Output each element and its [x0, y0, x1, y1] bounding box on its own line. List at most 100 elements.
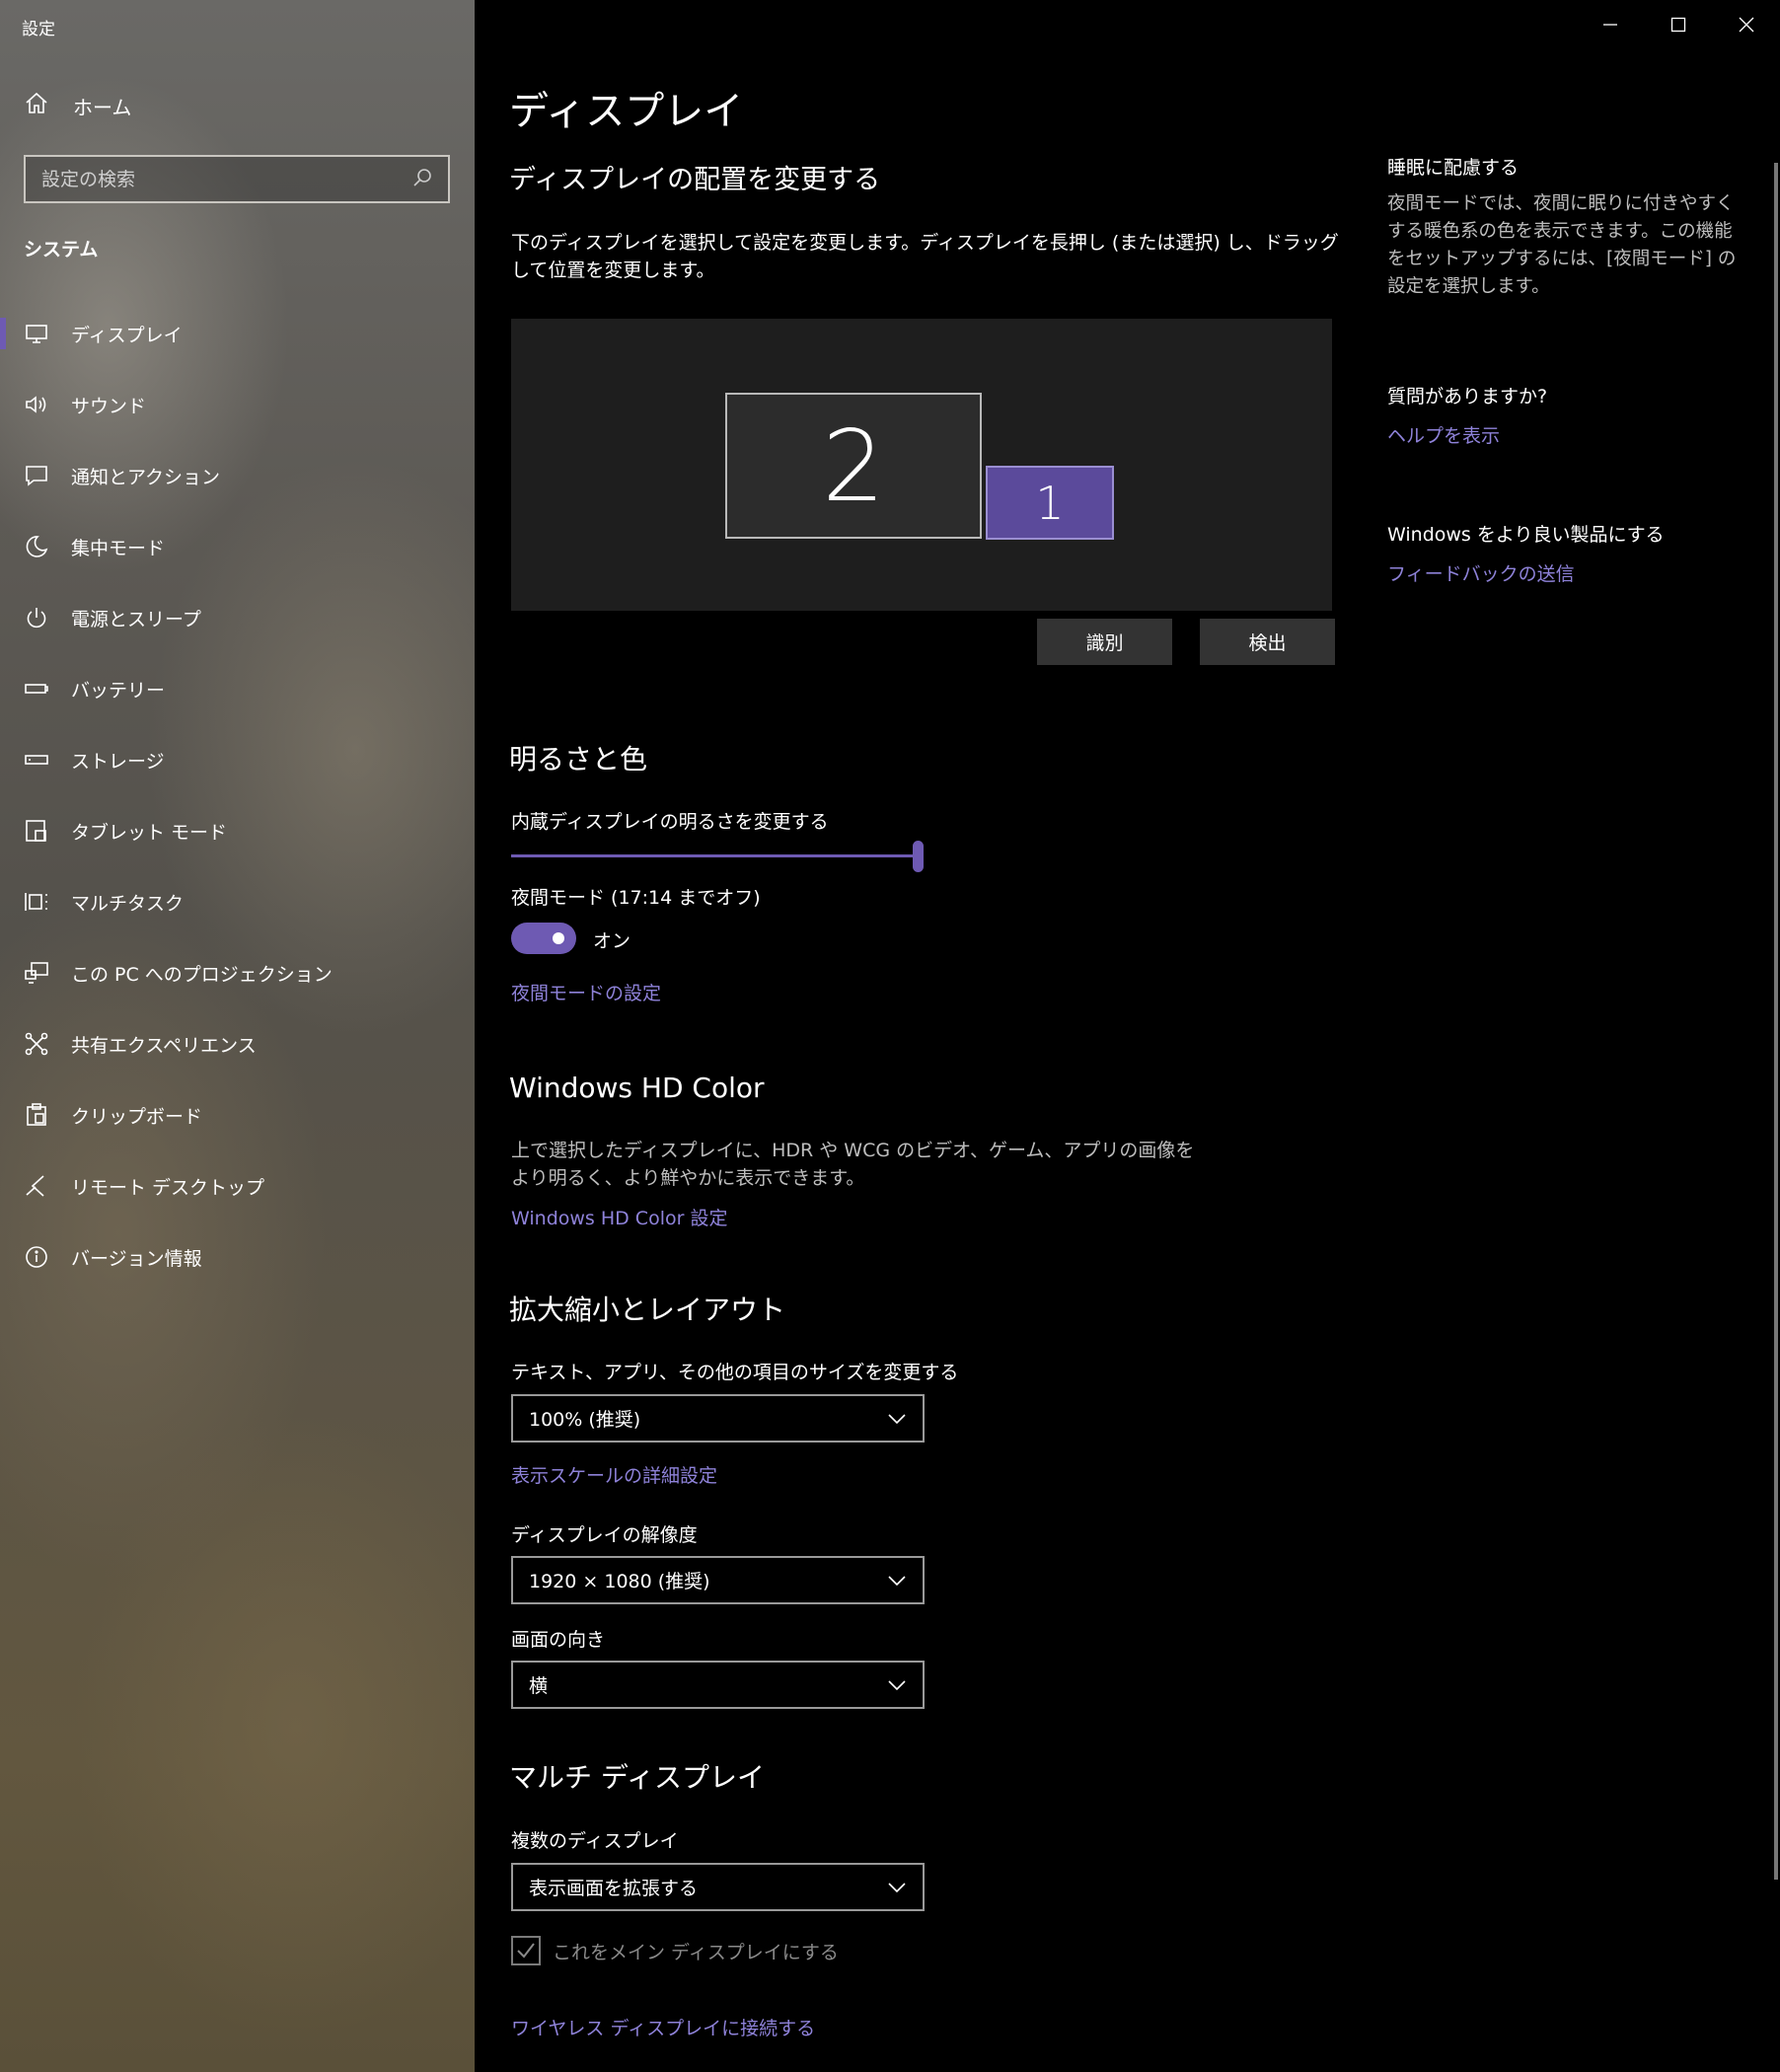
battery-icon — [24, 676, 49, 702]
shared-icon — [24, 1031, 49, 1057]
maximize-icon — [1670, 17, 1685, 33]
sidebar-item-notifications[interactable]: 通知とアクション — [0, 440, 475, 511]
sleep-heading: 睡眠に配慮する — [1387, 157, 1520, 179]
hdr-settings-link[interactable]: Windows HD Color 設定 — [511, 1204, 727, 1230]
sidebar-item-label: マルチタスク — [71, 892, 185, 915]
search-box[interactable] — [24, 155, 450, 203]
resolution-dropdown[interactable]: 1920 × 1080 (推奨) — [511, 1556, 925, 1604]
notification-icon — [24, 463, 49, 488]
scale-value: 100% (推奨) — [529, 1409, 641, 1431]
sidebar-item-power[interactable]: 電源とスリープ — [0, 582, 475, 653]
sidebar-item-label: バッテリー — [71, 679, 166, 702]
monitor-2-tile[interactable]: 2 — [725, 393, 982, 539]
help-link[interactable]: ヘルプを表示 — [1387, 421, 1500, 448]
hdr-description: 上で選択したディスプレイに、HDR や WCG のビデオ、ゲーム、アプリの画像を… — [511, 1140, 1195, 1189]
sidebar-item-remote[interactable]: リモート デスクトップ — [0, 1150, 475, 1221]
brightness-label: 内蔵ディスプレイの明るさを変更する — [511, 811, 829, 833]
page-title: ディスプレイ — [509, 89, 744, 134]
sidebar-item-label: 集中モード — [71, 537, 166, 559]
night-mode-toggle[interactable] — [511, 923, 576, 954]
close-icon — [1739, 17, 1753, 33]
sidebar-item-label: 共有エクスペリエンス — [71, 1034, 257, 1057]
sidebar-item-label: この PC へのプロジェクション — [71, 963, 333, 986]
close-button[interactable] — [1712, 0, 1780, 49]
brightness-heading: 明るさと色 — [509, 743, 648, 776]
search-input[interactable] — [41, 168, 412, 190]
wireless-display-link[interactable]: ワイヤレス ディスプレイに接続する — [511, 2014, 815, 2040]
orientation-dropdown[interactable]: 横 — [511, 1661, 925, 1709]
system-heading: システム — [24, 239, 99, 260]
sidebar-item-storage[interactable]: ストレージ — [0, 724, 475, 795]
multi-display-heading: マルチ ディスプレイ — [509, 1761, 765, 1794]
orientation-value: 横 — [529, 1675, 549, 1697]
sidebar-item-about[interactable]: バージョン情報 — [0, 1221, 475, 1293]
sidebar-item-label: リモート デスクトップ — [71, 1176, 265, 1199]
multi-display-dropdown[interactable]: 表示画面を拡張する — [511, 1863, 925, 1911]
sidebar-item-display[interactable]: ディスプレイ — [0, 298, 475, 369]
feedback-link[interactable]: フィードバックの送信 — [1387, 559, 1575, 586]
sidebar-item-projection[interactable]: この PC へのプロジェクション — [0, 937, 475, 1008]
sidebar-item-focus[interactable]: 集中モード — [0, 511, 475, 582]
sidebar-item-label: ストレージ — [71, 750, 165, 773]
scale-advanced-link[interactable]: 表示スケールの詳細設定 — [511, 1461, 717, 1488]
search-icon[interactable] — [412, 168, 432, 191]
night-mode-label: 夜間モード (17:14 までオフ) — [511, 887, 761, 909]
window-controls — [1576, 0, 1780, 49]
tablet-icon — [24, 818, 49, 844]
sidebar-item-label: サウンド — [71, 395, 147, 417]
multi-display-value: 表示画面を拡張する — [529, 1878, 699, 1899]
multi-display-label: 複数のディスプレイ — [511, 1830, 679, 1852]
scrollbar[interactable] — [1774, 163, 1778, 1880]
remote-icon — [24, 1173, 49, 1199]
sidebar-item-label: クリップボード — [71, 1105, 203, 1128]
chevron-down-icon — [888, 1413, 906, 1424]
sidebar-nav: ディスプレイ サウンド 通知とアクション 集中モード 電源とスリープ バッテリー… — [0, 298, 475, 1293]
sleep-description: 夜間モードでは、夜間に眠りに付きやすくする暖色系の色を表示できます。この機能をセ… — [1387, 193, 1737, 297]
brightness-slider-track[interactable] — [511, 854, 921, 857]
chevron-down-icon — [888, 1679, 906, 1690]
main-display-label: これをメイン ディスプレイにする — [553, 1941, 839, 1963]
scale-dropdown[interactable]: 100% (推奨) — [511, 1394, 925, 1443]
sidebar-item-shared[interactable]: 共有エクスペリエンス — [0, 1008, 475, 1079]
speaker-icon — [24, 392, 49, 417]
monitor-1-tile[interactable]: 1 — [986, 466, 1114, 540]
sidebar-item-multitask[interactable]: マルチタスク — [0, 866, 475, 937]
detect-button[interactable]: 検出 — [1200, 619, 1335, 665]
brightness-slider-thumb[interactable] — [913, 841, 924, 872]
identify-button[interactable]: 識別 — [1037, 619, 1172, 665]
brightness-slider[interactable] — [511, 839, 924, 872]
scale-heading: 拡大縮小とレイアウト — [509, 1294, 786, 1326]
checkbox-box[interactable] — [511, 1936, 541, 1965]
arrange-description: 下のディスプレイを選択して設定を変更します。ディスプレイを長押し (または選択)… — [511, 232, 1339, 281]
resolution-value: 1920 × 1080 (推奨) — [529, 1571, 710, 1592]
clipboard-icon — [24, 1102, 49, 1128]
better-windows-heading: Windows をより良い製品にする — [1387, 524, 1665, 546]
maximize-button[interactable] — [1644, 0, 1712, 49]
projection-icon — [24, 960, 49, 986]
sidebar-item-sound[interactable]: サウンド — [0, 369, 475, 440]
resolution-label: ディスプレイの解像度 — [511, 1524, 698, 1546]
chevron-down-icon — [888, 1882, 906, 1892]
sidebar-item-battery[interactable]: バッテリー — [0, 653, 475, 724]
scale-label: テキスト、アプリ、その他の項目のサイズを変更する — [511, 1362, 959, 1383]
sidebar: 設定 ホーム システム ディスプレイ サウンド 通知とアクション — [0, 0, 475, 2072]
minimize-button[interactable] — [1576, 0, 1644, 49]
power-icon — [24, 605, 49, 630]
night-mode-settings-link[interactable]: 夜間モードの設定 — [511, 979, 661, 1005]
sidebar-item-label: ディスプレイ — [71, 324, 183, 346]
storage-icon — [24, 747, 49, 773]
sidebar-item-label: 通知とアクション — [71, 466, 221, 488]
minimize-icon — [1602, 24, 1617, 26]
sidebar-item-label: タブレット モード — [71, 821, 228, 844]
home-nav-item[interactable]: ホーム — [24, 91, 131, 121]
question-heading: 質問がありますか? — [1387, 386, 1548, 407]
sidebar-item-tablet[interactable]: タブレット モード — [0, 795, 475, 866]
home-icon — [24, 91, 49, 121]
multitask-icon — [24, 889, 49, 915]
sidebar-item-label: 電源とスリープ — [71, 608, 201, 630]
home-label: ホーム — [73, 96, 132, 119]
chevron-down-icon — [888, 1575, 906, 1586]
sidebar-item-clipboard[interactable]: クリップボード — [0, 1079, 475, 1150]
display-arrangement-area: 2 1 — [511, 319, 1332, 611]
main-display-checkbox[interactable]: これをメイン ディスプレイにする — [511, 1936, 839, 1965]
